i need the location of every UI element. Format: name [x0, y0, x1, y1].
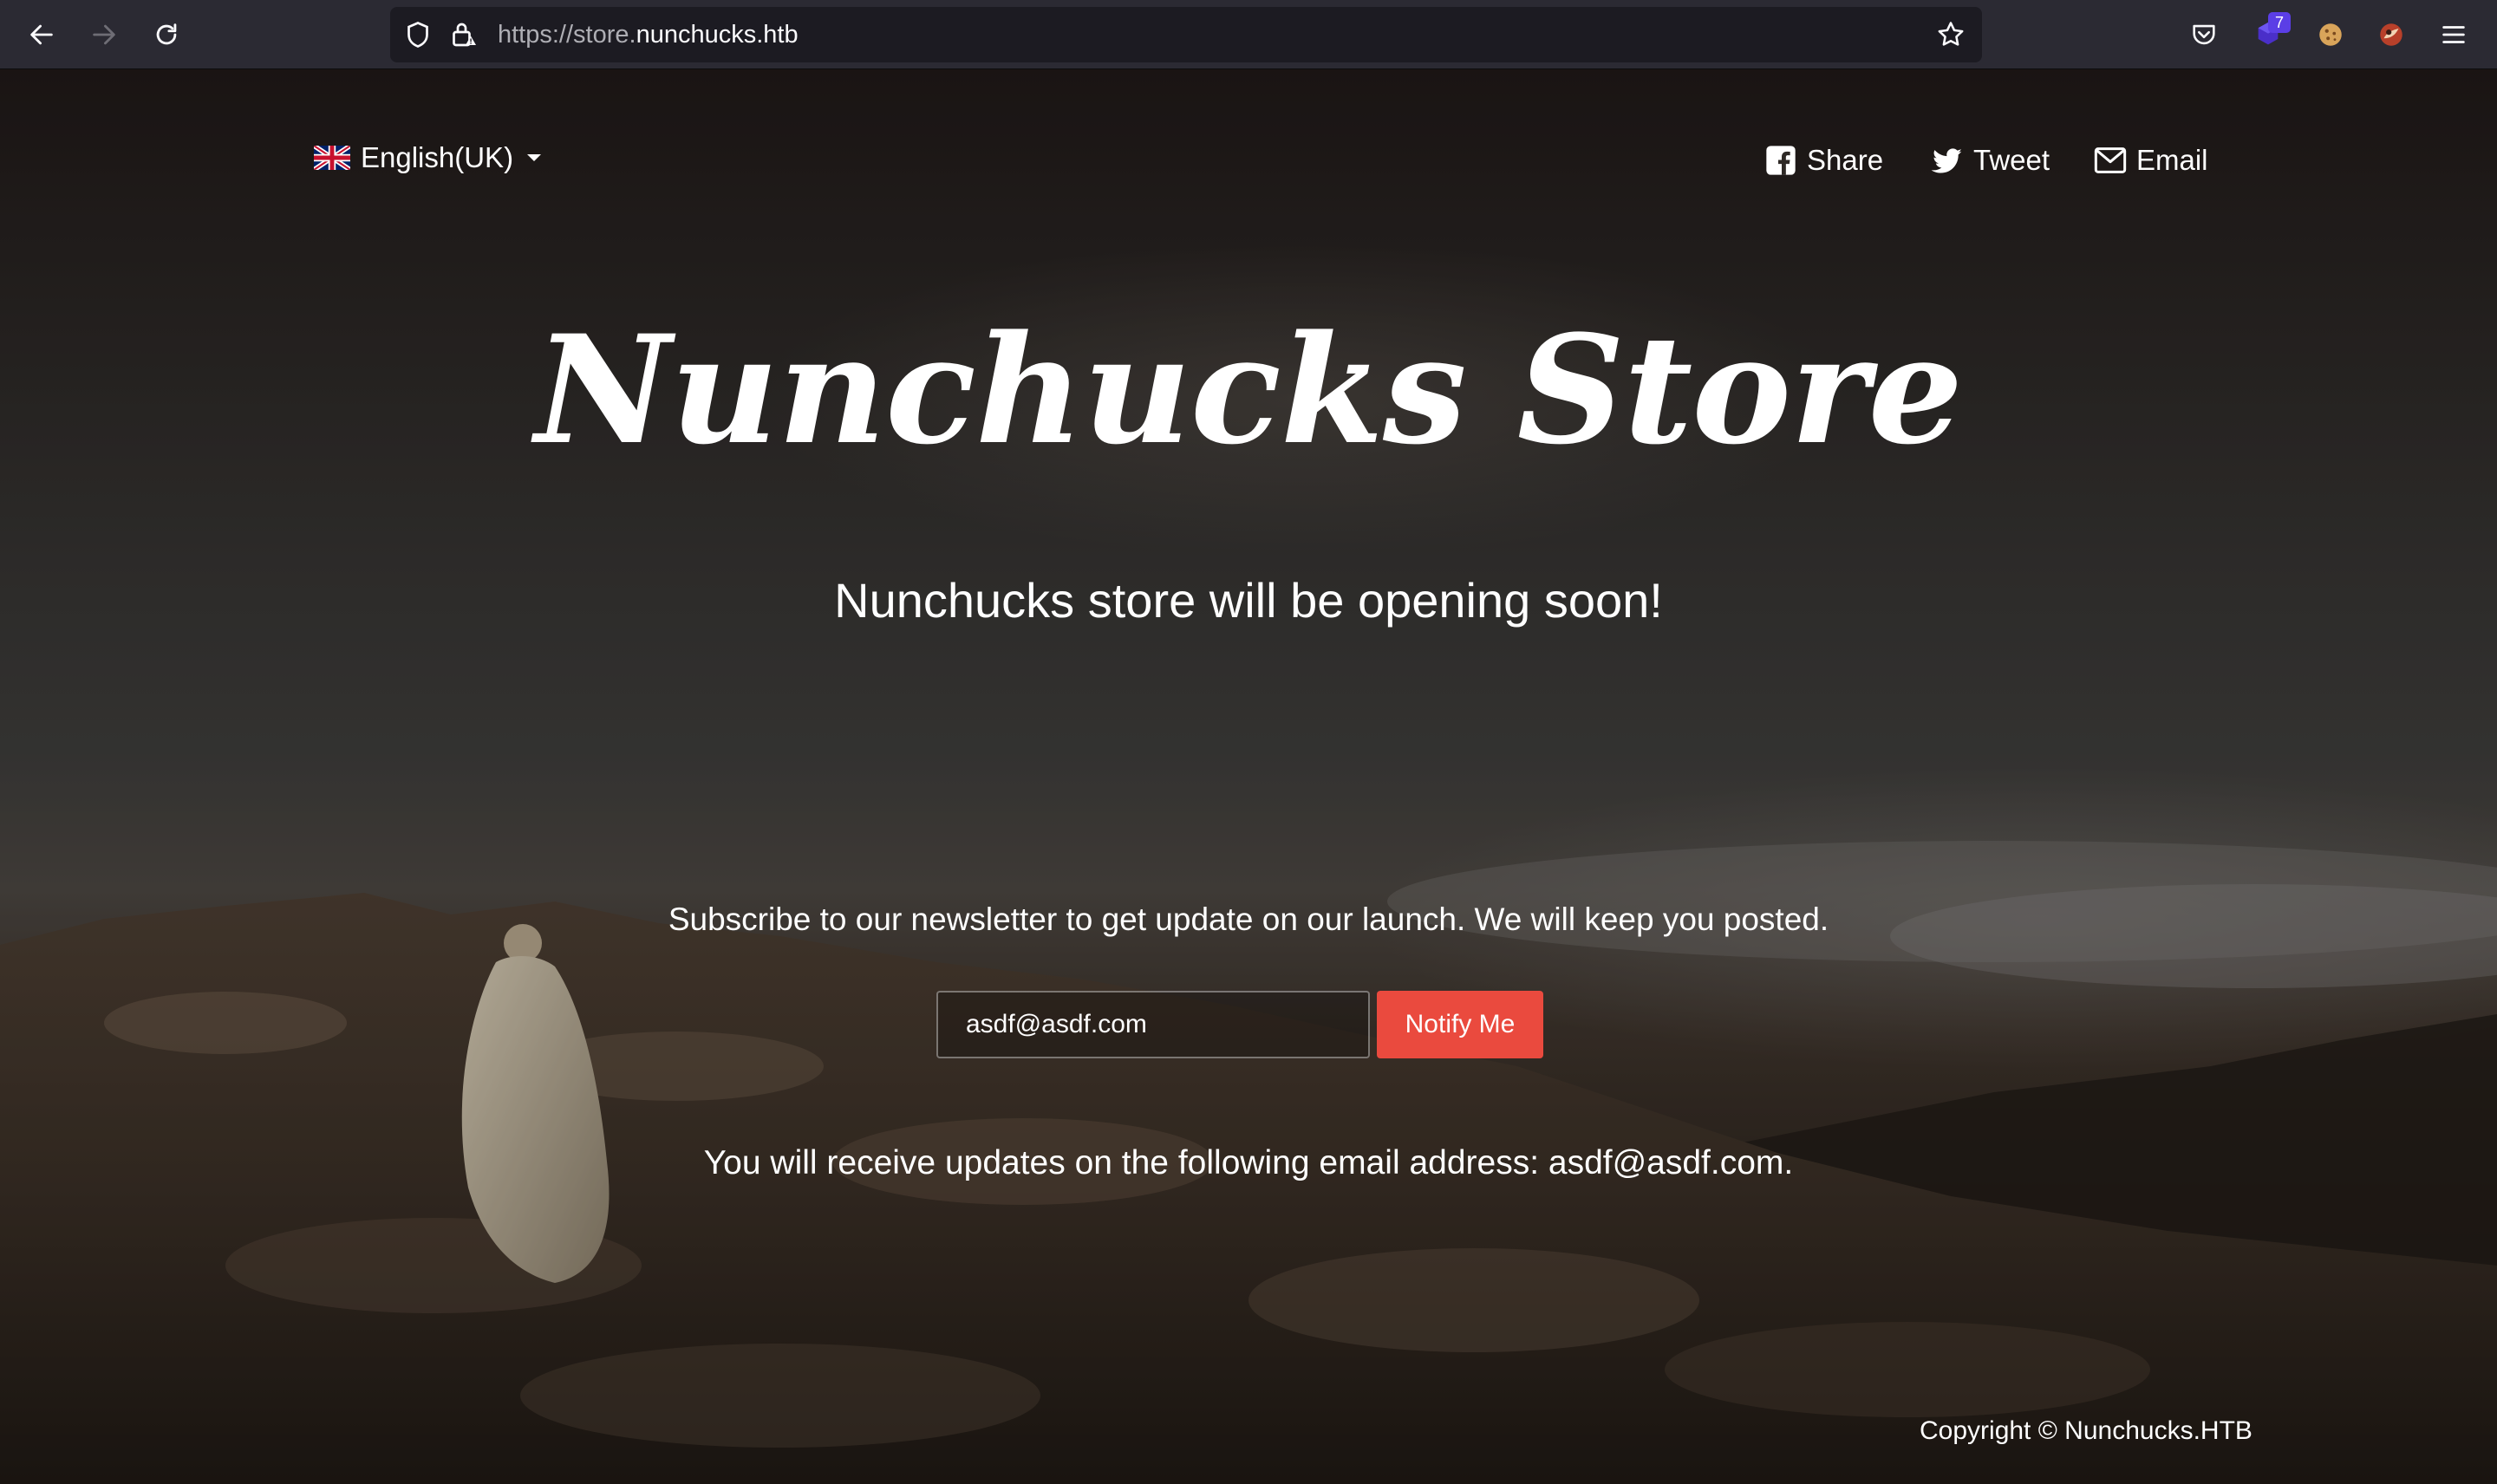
- pocket-icon: [2193, 24, 2215, 45]
- back-button[interactable]: [21, 14, 62, 55]
- app-menu-button[interactable]: [2435, 16, 2473, 54]
- reload-icon: [156, 23, 177, 45]
- facebook-icon: [1766, 146, 1796, 175]
- share-facebook-link[interactable]: Share: [1764, 140, 1883, 180]
- email-share-link[interactable]: Email: [2093, 140, 2208, 180]
- hamburger-menu-icon: [2442, 26, 2465, 43]
- subscription-confirmation: You will receive updates on the followin…: [703, 1144, 1794, 1181]
- forward-arrow-icon: [93, 24, 115, 45]
- reload-button[interactable]: [146, 14, 187, 55]
- uk-flag-icon: [314, 146, 350, 170]
- email-label: Email: [2136, 144, 2208, 176]
- tweet-link[interactable]: Tweet: [1930, 140, 2050, 180]
- email-field[interactable]: [936, 991, 1370, 1058]
- fox-extension-icon: [2380, 23, 2402, 46]
- tweet-label: Tweet: [1973, 144, 2050, 176]
- language-selector[interactable]: English(UK): [314, 140, 542, 175]
- newsletter-description: Subscribe to our newsletter to get updat…: [668, 901, 1829, 937]
- forward-button[interactable]: [83, 14, 125, 55]
- copyright-text: Copyright © Nunchucks.HTB: [1920, 1416, 2253, 1445]
- notify-me-button[interactable]: Notify Me: [1377, 991, 1543, 1058]
- chevron-down-icon: [527, 154, 542, 161]
- share-label: Share: [1807, 144, 1884, 176]
- envelope-icon: [2094, 147, 2127, 173]
- fox-extension-button[interactable]: [2372, 16, 2410, 54]
- language-label: English(UK): [361, 141, 514, 173]
- page-subtitle: Nunchucks store will be opening soon!: [834, 573, 1663, 628]
- page-title: Nunchucks Store: [534, 302, 1963, 478]
- url-text[interactable]: https://store.nunchucks.htb: [498, 19, 799, 50]
- browser-toolbar: https://store.nunchucks.htb 7: [0, 0, 2497, 69]
- extension-button-badge[interactable]: 7: [2249, 12, 2291, 54]
- extension-badge-count: 7: [2268, 12, 2291, 33]
- cookie-icon: [2319, 23, 2342, 46]
- cookie-extension-button[interactable]: [2311, 16, 2350, 54]
- tracking-protection-shield-icon[interactable]: [402, 19, 434, 50]
- background-overlay: [0, 69, 2497, 1484]
- url-prefix: https://store.: [498, 21, 636, 49]
- insecure-lock-icon[interactable]: [447, 19, 479, 50]
- store-landing-page: English(UK) Share Tweet Email Nunchucks …: [0, 69, 2497, 1484]
- address-bar[interactable]: https://store.nunchucks.htb: [390, 7, 1982, 62]
- back-arrow-icon: [30, 24, 53, 45]
- bookmark-star-icon[interactable]: [1935, 19, 1966, 50]
- pocket-button[interactable]: [2185, 16, 2223, 54]
- twitter-bird-icon: [1931, 148, 1962, 173]
- url-domain: nunchucks.htb: [636, 21, 799, 49]
